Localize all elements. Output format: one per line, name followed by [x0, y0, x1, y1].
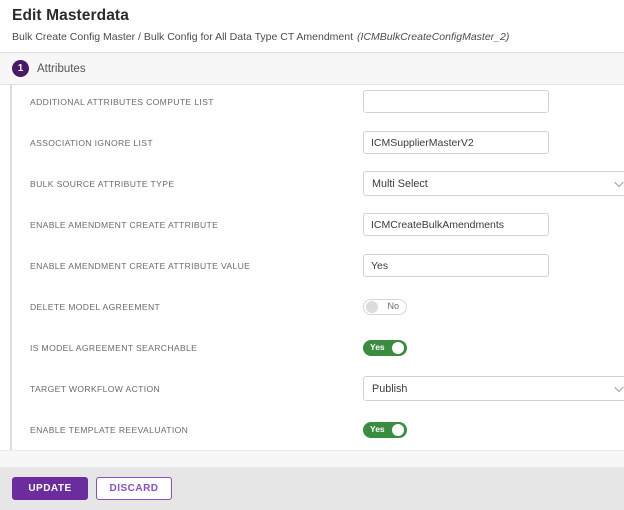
field-control-enable-amendment-create-attribute: [363, 213, 620, 236]
action-bar: UPDATE DISCARD: [0, 467, 624, 510]
discard-button[interactable]: DISCARD: [96, 477, 172, 500]
field-label-bulk-source-attribute-type: BULK SOURCE ATTRIBUTE TYPE: [30, 178, 175, 189]
delete-model-agreement-toggle[interactable]: No: [363, 298, 407, 315]
edit-masterdata-page: Edit Masterdata Bulk Create Config Maste…: [0, 0, 624, 510]
field-label-enable-template-reevaluation: ENABLE TEMPLATE REEVALUATION: [30, 424, 189, 435]
step-number-badge: 1: [12, 60, 29, 77]
toggle-knob-icon: [392, 341, 404, 354]
bulk-source-attribute-type-select[interactable]: Multi Select: [363, 171, 624, 196]
field-label-additional-attributes-compute-list: ADDITIONAL ATTRIBUTES COMPUTE LIST: [30, 96, 214, 107]
field-control-is-model-agreement-searchable: Yes: [363, 339, 620, 356]
enable-template-reevaluation-toggle[interactable]: Yes: [363, 421, 407, 438]
field-control-enable-template-reevaluation: Yes: [363, 421, 620, 438]
form-row-bulk-source-attribute-type: BULK SOURCE ATTRIBUTE TYPE Multi Select: [12, 163, 624, 204]
breadcrumb: Bulk Create Config Master / Bulk Config …: [12, 31, 612, 44]
toggle-knob-icon: [366, 300, 378, 313]
field-label-is-model-agreement-searchable: IS MODEL AGREEMENT SEARCHABLE: [30, 342, 198, 353]
form-row-enable-amendment-create-attribute-value: ENABLE AMENDMENT CREATE ATTRIBUTE VALUE: [12, 245, 624, 286]
field-label-target-workflow-action: TARGET WORKFLOW ACTION: [30, 383, 161, 394]
breadcrumb-code: (ICMBulkCreateConfigMaster_2): [357, 31, 510, 43]
field-control-bulk-source-attribute-type: Multi Select: [363, 171, 624, 196]
is-model-agreement-searchable-toggle-label: Yes: [370, 342, 385, 353]
form-row-enable-template-reevaluation: ENABLE TEMPLATE REEVALUATION Yes: [12, 409, 624, 450]
enable-amendment-create-attribute-value-input[interactable]: [363, 254, 549, 277]
field-control-delete-model-agreement: No: [363, 298, 620, 315]
delete-model-agreement-toggle-label: No: [387, 301, 399, 311]
breadcrumb-path: Bulk Create Config Master / Bulk Config …: [12, 31, 354, 43]
form-row-association-ignore-list: ASSOCIATION IGNORE LIST: [12, 122, 624, 163]
page-header: Edit Masterdata Bulk Create Config Maste…: [0, 0, 624, 53]
form-row-delete-model-agreement: DELETE MODEL AGREEMENT No: [12, 286, 624, 327]
target-workflow-action-select[interactable]: Publish: [363, 376, 624, 401]
toggle-knob-icon: [392, 423, 404, 436]
step-bar-attributes[interactable]: 1 Attributes: [0, 53, 624, 85]
bulk-source-attribute-type-value: Multi Select: [363, 171, 624, 196]
field-label-association-ignore-list: ASSOCIATION IGNORE LIST: [30, 137, 153, 148]
field-control-additional-attributes-compute-list: [363, 90, 620, 113]
update-button[interactable]: UPDATE: [12, 477, 88, 500]
form-row-enable-amendment-create-attribute: ENABLE AMENDMENT CREATE ATTRIBUTE: [12, 204, 624, 245]
page-title: Edit Masterdata: [12, 7, 129, 24]
form-row-target-workflow-action: TARGET WORKFLOW ACTION Publish: [12, 368, 624, 409]
field-label-enable-amendment-create-attribute: ENABLE AMENDMENT CREATE ATTRIBUTE: [30, 219, 219, 230]
association-ignore-list-input[interactable]: [363, 131, 549, 154]
field-label-enable-amendment-create-attribute-value: ENABLE AMENDMENT CREATE ATTRIBUTE VALUE: [30, 260, 251, 271]
field-control-target-workflow-action: Publish: [363, 376, 624, 401]
enable-amendment-create-attribute-input[interactable]: [363, 213, 549, 236]
is-model-agreement-searchable-toggle[interactable]: Yes: [363, 339, 407, 356]
enable-template-reevaluation-toggle-label: Yes: [370, 424, 385, 435]
form-body: ADDITIONAL ATTRIBUTES COMPUTE LIST ASSOC…: [12, 85, 624, 450]
form-row-additional-attributes-compute-list: ADDITIONAL ATTRIBUTES COMPUTE LIST: [12, 85, 624, 122]
target-workflow-action-value: Publish: [363, 376, 624, 401]
form-scroll-container[interactable]: ADDITIONAL ATTRIBUTES COMPUTE LIST ASSOC…: [10, 85, 624, 450]
field-label-delete-model-agreement: DELETE MODEL AGREEMENT: [30, 301, 161, 312]
additional-attributes-compute-list-input[interactable]: [363, 90, 549, 113]
field-control-enable-amendment-create-attribute-value: [363, 254, 620, 277]
field-control-association-ignore-list: [363, 131, 620, 154]
footer-spacer: [0, 450, 624, 467]
form-row-is-model-agreement-searchable: IS MODEL AGREEMENT SEARCHABLE Yes: [12, 327, 624, 368]
step-label: Attributes: [37, 62, 86, 75]
